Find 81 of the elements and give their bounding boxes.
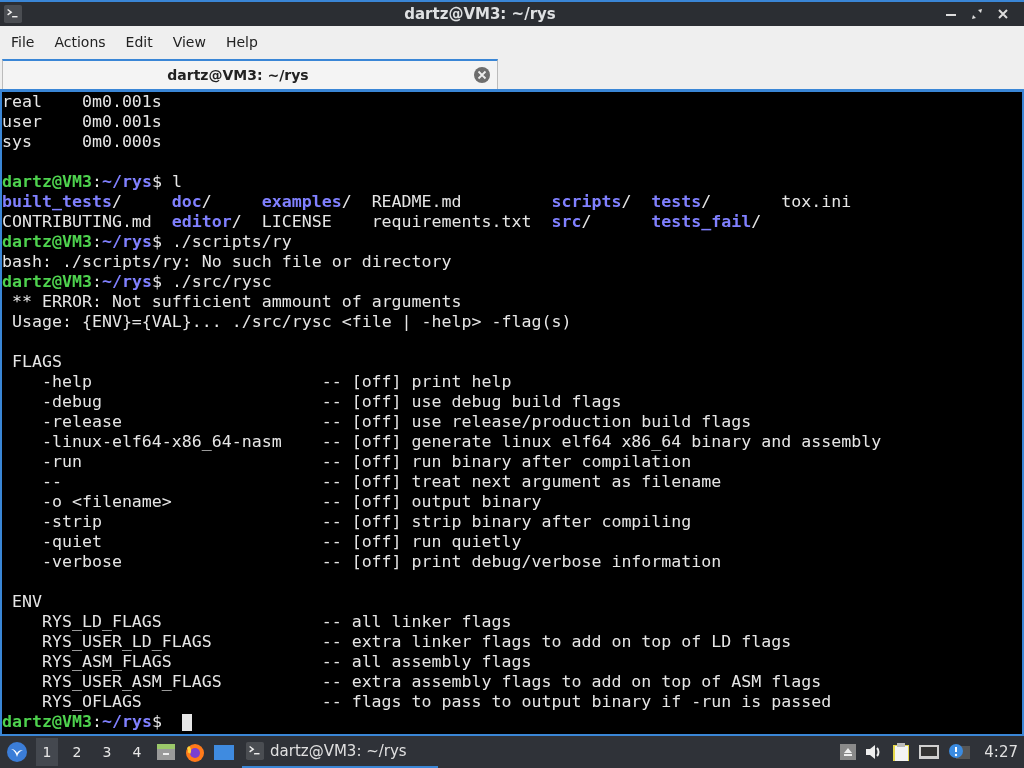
eject-icon[interactable]	[840, 744, 857, 760]
terminal-icon	[4, 5, 22, 23]
start-menu-icon[interactable]	[6, 741, 28, 763]
option-name: -linux-elf64-x86_64-nasm	[41, 432, 283, 452]
file-entry: tox.ini	[781, 192, 852, 212]
desktop-switcher[interactable]: 2	[66, 738, 88, 766]
option-name: RYS_OFLAGS	[41, 692, 143, 712]
option-name: RYS_ASM_FLAGS	[41, 652, 173, 672]
file-cabinet-icon[interactable]	[156, 742, 176, 762]
menu-item[interactable]: View	[165, 30, 213, 54]
option-description: -- [off] use debug build flags	[321, 392, 622, 412]
menu-item[interactable]: Actions	[47, 30, 113, 54]
directory-entry: tests/	[651, 192, 713, 212]
option-description: -- [off] output binary	[321, 492, 542, 512]
directory-entry: editor/	[171, 212, 243, 232]
option-description: -- [off] run binary after compilation	[321, 452, 692, 472]
option-name: RYS_USER_ASM_FLAGS	[41, 672, 223, 692]
prompt-line: dartz@VM3:~/rys$ ./scripts/ry	[2, 232, 292, 252]
option-name: -quiet	[41, 532, 103, 552]
directory-entry: scripts/	[551, 192, 633, 212]
option-name: -release	[41, 412, 123, 432]
terminal-line: ENV	[11, 592, 43, 612]
terminal-line: FLAGS	[11, 352, 63, 372]
prompt-line: dartz@VM3:~/rys$	[2, 712, 163, 732]
option-name: --	[41, 472, 63, 492]
menu-item[interactable]: File	[4, 30, 42, 54]
option-description: -- all assembly flags	[321, 652, 532, 672]
terminal-icon	[246, 742, 264, 760]
file-entry: README.md	[371, 192, 463, 212]
option-description: -- flags to pass to output binary if -run is passed	[321, 692, 832, 712]
directory-entry: examples/	[261, 192, 353, 212]
directory-entry: doc/	[171, 192, 213, 212]
option-description: -- [off] treat next argument as filename	[321, 472, 722, 492]
option-description: -- all linker flags	[321, 612, 512, 632]
option-name: RYS_USER_LD_FLAGS	[41, 632, 213, 652]
option-description: -- [off] strip binary after compiling	[321, 512, 692, 532]
terminal-line: Usage: {ENV}={VAL}... ./src/rysc <file | -help> -flag(s)	[11, 312, 573, 332]
close-icon[interactable]	[997, 8, 1009, 20]
desktop-switcher[interactable]: 3	[96, 738, 118, 766]
option-description: -- [off] run quietly	[321, 532, 522, 552]
prompt-line: dartz@VM3:~/rys$ ./src/rysc	[2, 272, 272, 292]
terminal-line: ** ERROR: Not sufficient ammount of arguments	[11, 292, 463, 312]
taskbar-task[interactable]: dartz@VM3: ~/rys	[242, 736, 438, 768]
file-entry: requirements.txt	[371, 212, 533, 232]
option-name: -run	[41, 452, 83, 472]
option-description: -- [off] print help	[321, 372, 512, 392]
file-entry: CONTRIBUTING.md	[2, 212, 153, 232]
menu-item[interactable]: Edit	[118, 30, 160, 54]
terminal-tab[interactable]: dartz@VM3: ~/rys	[2, 59, 498, 89]
clipboard-icon[interactable]	[892, 742, 911, 762]
option-name: -help	[41, 372, 93, 392]
directory-entry: src/	[551, 212, 593, 232]
option-description: -- [off] print debug/verbose information	[321, 552, 722, 572]
desktop-switcher[interactable]: 1	[36, 738, 58, 766]
directory-entry: built_tests/	[2, 192, 123, 212]
option-description: -- extra assembly flags to add on top of ASM flags	[321, 672, 822, 692]
terminal-line: sys 0m0.000s	[2, 132, 163, 152]
terminal-line: bash: ./scripts/ry: No such file or directory	[2, 252, 453, 272]
option-description: -- extra linker flags to add on top of LD flags	[321, 632, 792, 652]
desktop-switcher[interactable]: 4	[126, 738, 148, 766]
notification-icon[interactable]	[948, 743, 971, 761]
network-icon[interactable]	[918, 743, 941, 761]
prompt-line: dartz@VM3:~/rys$ l	[2, 172, 182, 192]
directory-entry: tests_fail/	[651, 212, 763, 232]
menu-item[interactable]: Help	[218, 30, 265, 54]
option-name: -verbose	[41, 552, 123, 572]
option-name: -debug	[41, 392, 103, 412]
option-name: RYS_LD_FLAGS	[41, 612, 163, 632]
option-description: -- [off] generate linux elf64 x86_64 binary and assembly	[321, 432, 882, 452]
terminal-line: user 0m0.001s	[2, 112, 163, 132]
window-title: dartz@VM3: ~/rys	[403, 5, 557, 23]
browser-icon[interactable]	[184, 741, 206, 763]
option-name: -o <filename>	[41, 492, 173, 512]
file-entry: LICENSE	[261, 212, 333, 232]
maximize-icon[interactable]	[971, 8, 983, 20]
clock: 4:27	[984, 743, 1018, 761]
option-name: -strip	[41, 512, 103, 532]
option-description: -- [off] use release/production build flags	[321, 412, 752, 432]
show-desktop-icon[interactable]	[214, 742, 234, 762]
terminal-line: real 0m0.001s	[2, 92, 163, 112]
close-icon[interactable]	[473, 66, 491, 84]
